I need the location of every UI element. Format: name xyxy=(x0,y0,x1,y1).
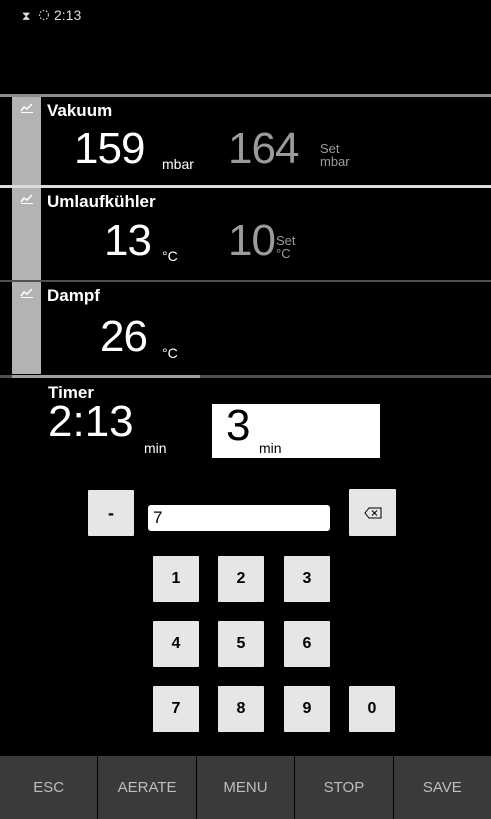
vacuum-set-value: 164 xyxy=(228,124,299,173)
steam-unit: °C xyxy=(162,345,178,361)
aerate-button[interactable]: AERATE xyxy=(98,756,197,819)
bottom-nav-bar: ESC AERATE MENU STOP SAVE xyxy=(0,756,491,819)
chiller-unit: °C xyxy=(162,248,178,264)
chiller-title: Umlaufkühler xyxy=(47,192,156,211)
esc-button[interactable]: ESC xyxy=(0,756,99,819)
vacuum-unit: mbar xyxy=(162,156,194,172)
chiller-set-unit: °C xyxy=(276,246,291,261)
trend-chart-icon xyxy=(20,194,33,204)
value-input[interactable] xyxy=(148,505,330,531)
menu-button[interactable]: MENU xyxy=(196,756,296,819)
vacuum-title: Vakuum xyxy=(47,101,113,120)
key-1[interactable]: 1 xyxy=(153,556,199,602)
trend-chart-icon xyxy=(20,288,33,298)
backspace-button[interactable] xyxy=(349,489,396,536)
status-time: 2:13 xyxy=(54,7,82,23)
hourglass-icon: ⧗ xyxy=(22,9,31,23)
minus-button[interactable]: - xyxy=(88,490,134,536)
backspace-icon xyxy=(363,507,381,518)
vacuum-panel[interactable]: Vakuum 159 mbar 164 Set mbar xyxy=(12,97,491,185)
chiller-panel[interactable]: Umlaufkühler 13 °C 10 Set °C xyxy=(12,188,491,280)
status-bar: ⧗ 2:13 xyxy=(0,0,491,94)
vacuum-value: 159 xyxy=(74,124,145,173)
vacuum-set-unit: mbar xyxy=(320,154,350,169)
key-5[interactable]: 5 xyxy=(218,621,264,667)
key-7[interactable]: 7 xyxy=(153,686,199,732)
timer-setpoint-value: 3 xyxy=(226,401,251,450)
steam-title: Dampf xyxy=(47,286,100,305)
chiller-set-value: 10 xyxy=(228,216,276,265)
stop-button[interactable]: STOP xyxy=(295,756,394,819)
chiller-value: 13 xyxy=(104,216,152,265)
trend-chart-icon xyxy=(20,103,33,113)
timer-progress-bar xyxy=(12,375,200,378)
steam-panel[interactable]: Dampf 26 °C xyxy=(12,282,491,374)
timer-unit: min xyxy=(144,440,167,456)
key-9[interactable]: 9 xyxy=(284,686,330,732)
key-4[interactable]: 4 xyxy=(153,621,199,667)
key-8[interactable]: 8 xyxy=(218,686,264,732)
key-3[interactable]: 3 xyxy=(284,556,330,602)
key-0[interactable]: 0 xyxy=(349,686,395,732)
key-6[interactable]: 6 xyxy=(284,621,330,667)
loading-spinner-icon xyxy=(38,9,50,21)
timer-setpoint-unit: min xyxy=(259,440,282,456)
save-button[interactable]: SAVE xyxy=(393,756,491,819)
key-2[interactable]: 2 xyxy=(218,556,264,602)
timer-value: 2:13 xyxy=(48,397,134,446)
steam-value: 26 xyxy=(100,312,148,361)
